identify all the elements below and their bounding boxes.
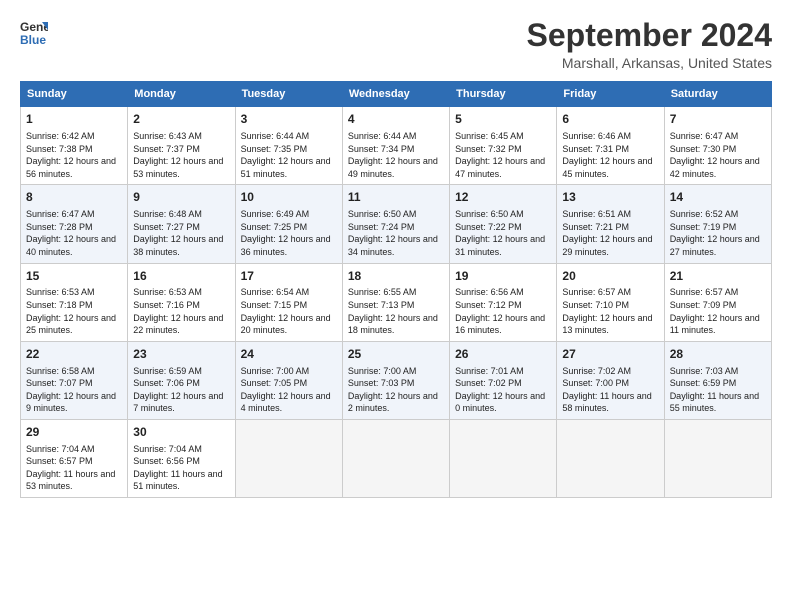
title-block: September 2024 Marshall, Arkansas, Unite… xyxy=(527,18,772,71)
table-row: 26 Sunrise: 7:01 AM Sunset: 7:02 PM Dayl… xyxy=(450,341,557,419)
table-row: 18 Sunrise: 6:55 AM Sunset: 7:13 PM Dayl… xyxy=(342,263,449,341)
col-friday: Friday xyxy=(557,82,664,107)
empty-cell xyxy=(664,419,771,497)
table-row: 8 Sunrise: 6:47 AM Sunset: 7:28 PM Dayli… xyxy=(21,185,128,263)
table-row: 9 Sunrise: 6:48 AM Sunset: 7:27 PM Dayli… xyxy=(128,185,235,263)
logo-icon: General Blue xyxy=(20,18,48,46)
col-thursday: Thursday xyxy=(450,82,557,107)
table-row: 3 Sunrise: 6:44 AM Sunset: 7:35 PM Dayli… xyxy=(235,107,342,185)
table-row: 15 Sunrise: 6:53 AM Sunset: 7:18 PM Dayl… xyxy=(21,263,128,341)
table-row: 12 Sunrise: 6:50 AM Sunset: 7:22 PM Dayl… xyxy=(450,185,557,263)
col-wednesday: Wednesday xyxy=(342,82,449,107)
empty-cell xyxy=(342,419,449,497)
table-row: 27 Sunrise: 7:02 AM Sunset: 7:00 PM Dayl… xyxy=(557,341,664,419)
table-row: 23 Sunrise: 6:59 AM Sunset: 7:06 PM Dayl… xyxy=(128,341,235,419)
table-row: 20 Sunrise: 6:57 AM Sunset: 7:10 PM Dayl… xyxy=(557,263,664,341)
col-tuesday: Tuesday xyxy=(235,82,342,107)
calendar-table: Sunday Monday Tuesday Wednesday Thursday… xyxy=(20,81,772,498)
table-row: 25 Sunrise: 7:00 AM Sunset: 7:03 PM Dayl… xyxy=(342,341,449,419)
empty-cell xyxy=(557,419,664,497)
table-row: 10 Sunrise: 6:49 AM Sunset: 7:25 PM Dayl… xyxy=(235,185,342,263)
table-row: 13 Sunrise: 6:51 AM Sunset: 7:21 PM Dayl… xyxy=(557,185,664,263)
table-row: 28 Sunrise: 7:03 AM Sunset: 6:59 PM Dayl… xyxy=(664,341,771,419)
week-row: 29 Sunrise: 7:04 AM Sunset: 6:57 PM Dayl… xyxy=(21,419,772,497)
header-row: Sunday Monday Tuesday Wednesday Thursday… xyxy=(21,82,772,107)
week-row: 15 Sunrise: 6:53 AM Sunset: 7:18 PM Dayl… xyxy=(21,263,772,341)
table-row: 6 Sunrise: 6:46 AM Sunset: 7:31 PM Dayli… xyxy=(557,107,664,185)
table-row: 4 Sunrise: 6:44 AM Sunset: 7:34 PM Dayli… xyxy=(342,107,449,185)
table-row: 22 Sunrise: 6:58 AM Sunset: 7:07 PM Dayl… xyxy=(21,341,128,419)
table-row: 16 Sunrise: 6:53 AM Sunset: 7:16 PM Dayl… xyxy=(128,263,235,341)
table-row: 19 Sunrise: 6:56 AM Sunset: 7:12 PM Dayl… xyxy=(450,263,557,341)
week-row: 1 Sunrise: 6:42 AM Sunset: 7:38 PM Dayli… xyxy=(21,107,772,185)
week-row: 8 Sunrise: 6:47 AM Sunset: 7:28 PM Dayli… xyxy=(21,185,772,263)
table-row: 24 Sunrise: 7:00 AM Sunset: 7:05 PM Dayl… xyxy=(235,341,342,419)
table-row: 1 Sunrise: 6:42 AM Sunset: 7:38 PM Dayli… xyxy=(21,107,128,185)
col-sunday: Sunday xyxy=(21,82,128,107)
table-row: 29 Sunrise: 7:04 AM Sunset: 6:57 PM Dayl… xyxy=(21,419,128,497)
table-row: 5 Sunrise: 6:45 AM Sunset: 7:32 PM Dayli… xyxy=(450,107,557,185)
table-row: 14 Sunrise: 6:52 AM Sunset: 7:19 PM Dayl… xyxy=(664,185,771,263)
logo: General Blue xyxy=(20,18,48,46)
table-row: 11 Sunrise: 6:50 AM Sunset: 7:24 PM Dayl… xyxy=(342,185,449,263)
empty-cell xyxy=(450,419,557,497)
table-row: 7 Sunrise: 6:47 AM Sunset: 7:30 PM Dayli… xyxy=(664,107,771,185)
col-monday: Monday xyxy=(128,82,235,107)
col-saturday: Saturday xyxy=(664,82,771,107)
subtitle: Marshall, Arkansas, United States xyxy=(527,55,772,71)
table-row: 2 Sunrise: 6:43 AM Sunset: 7:37 PM Dayli… xyxy=(128,107,235,185)
week-row: 22 Sunrise: 6:58 AM Sunset: 7:07 PM Dayl… xyxy=(21,341,772,419)
svg-text:Blue: Blue xyxy=(20,33,46,46)
table-row: 30 Sunrise: 7:04 AM Sunset: 6:56 PM Dayl… xyxy=(128,419,235,497)
table-row: 17 Sunrise: 6:54 AM Sunset: 7:15 PM Dayl… xyxy=(235,263,342,341)
empty-cell xyxy=(235,419,342,497)
table-row: 21 Sunrise: 6:57 AM Sunset: 7:09 PM Dayl… xyxy=(664,263,771,341)
main-title: September 2024 xyxy=(527,18,772,53)
